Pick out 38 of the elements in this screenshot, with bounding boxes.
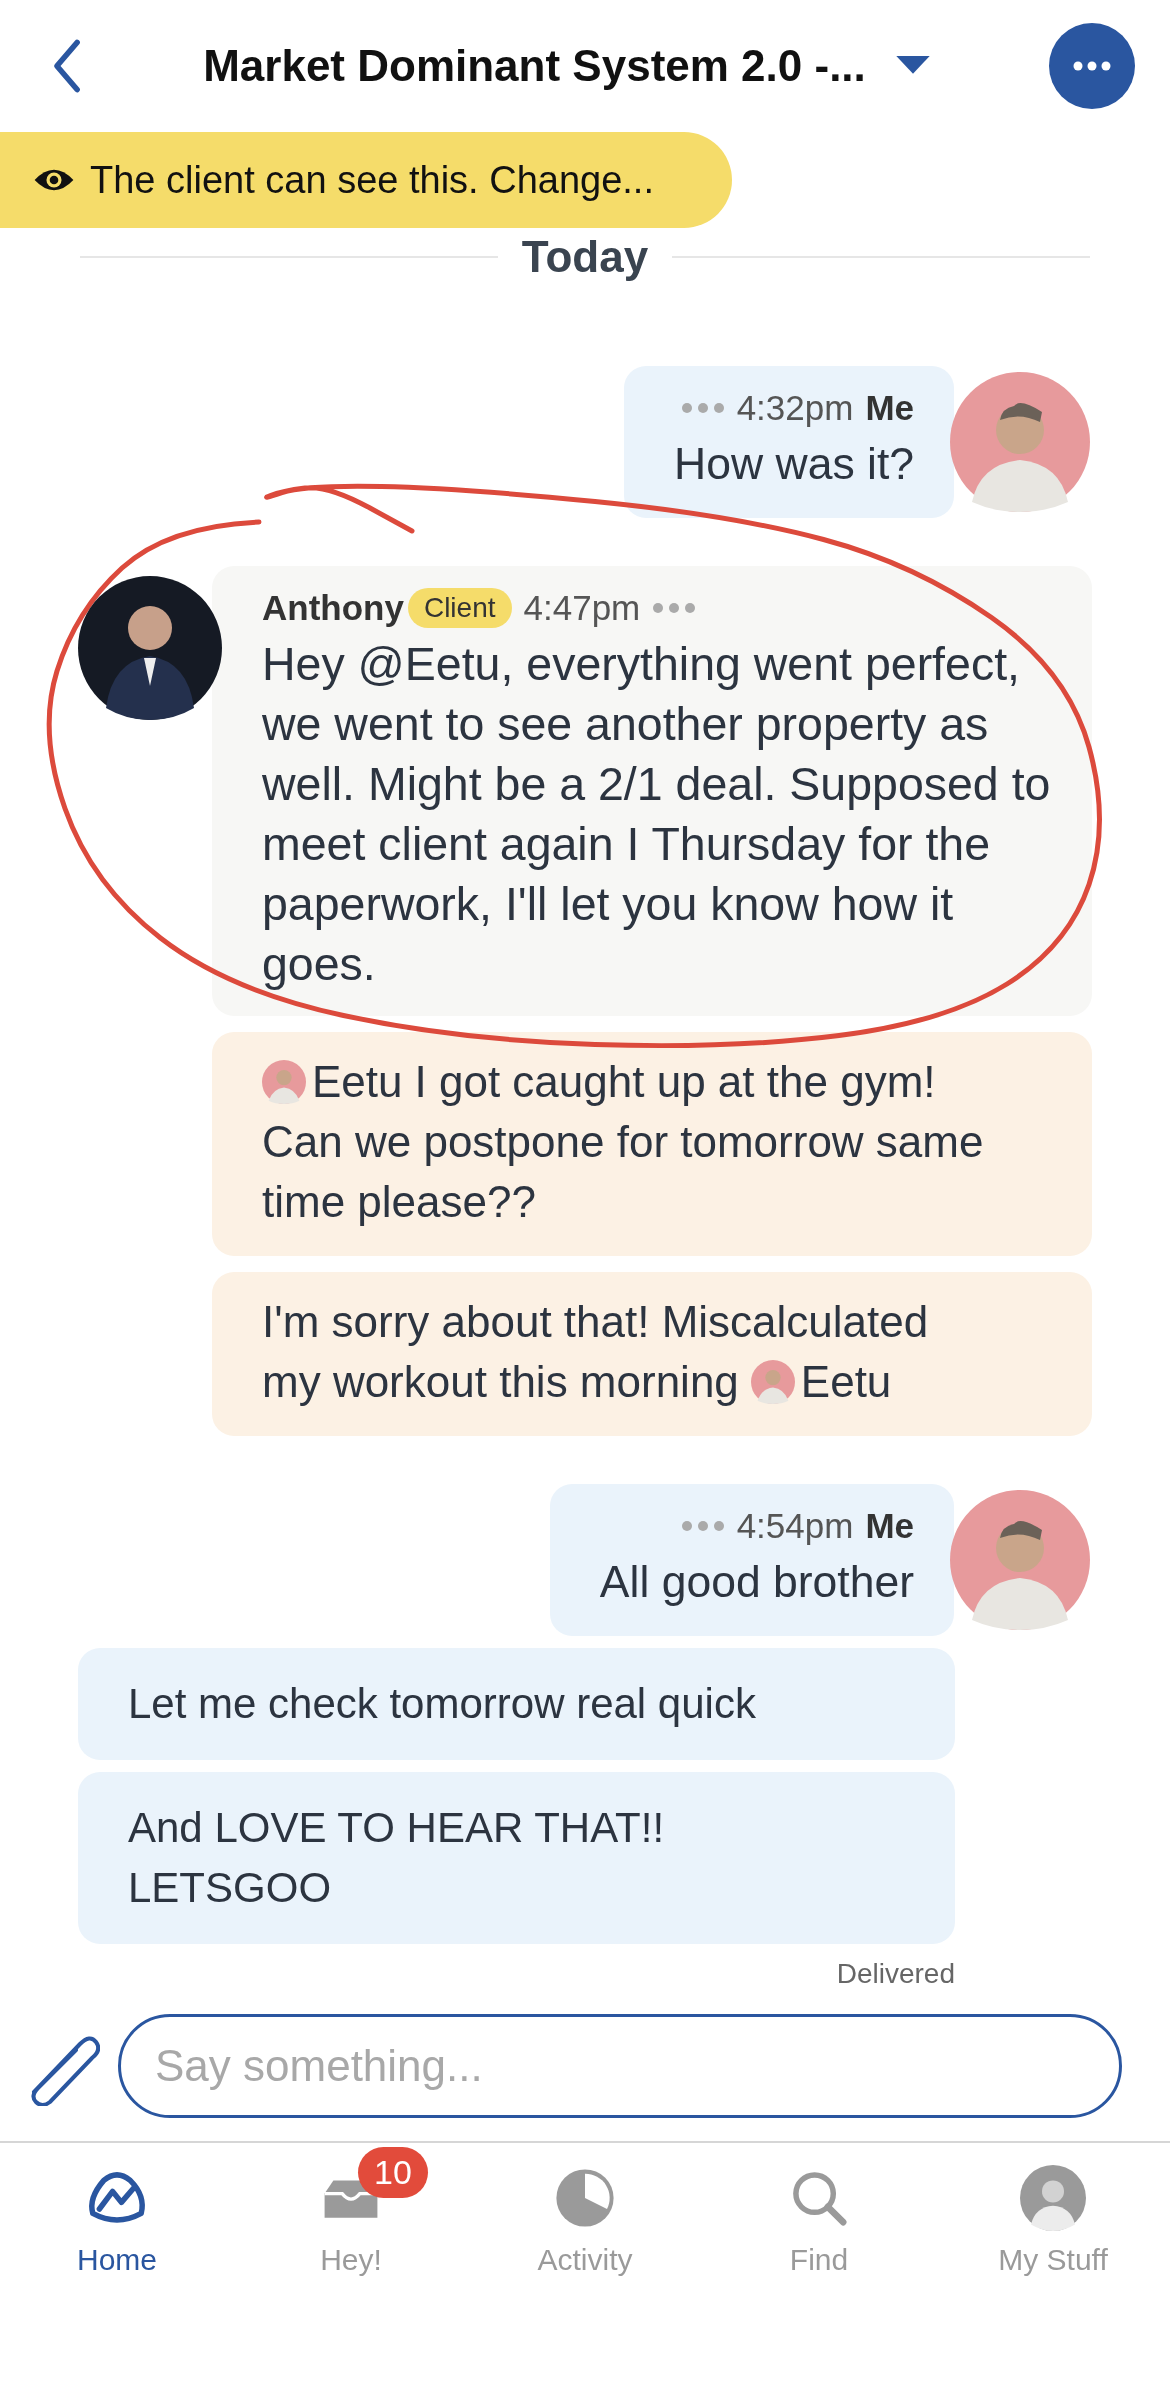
message-text: Can we postpone for tomorrow same time please??: [262, 1116, 985, 1228]
avatar[interactable]: [78, 576, 222, 720]
message-text: my workout this morning: [262, 1356, 739, 1408]
message-text: I'm sorry about that! Miscalculated: [262, 1296, 929, 1348]
role-badge: Client: [407, 588, 512, 628]
avatar: [1020, 2165, 1086, 2231]
author-name: Anthony: [262, 588, 404, 628]
avatar[interactable]: [950, 372, 1090, 512]
dots-icon[interactable]: [652, 603, 697, 613]
delivery-status: Delivered: [836, 1958, 955, 1990]
mention-name[interactable]: Eetu: [800, 1352, 892, 1412]
mention-name[interactable]: Eetu: [312, 1052, 403, 1112]
author-name: Me: [865, 388, 914, 428]
tab[interactable]: Home: [0, 2143, 234, 2331]
dots-icon[interactable]: [680, 1521, 725, 1531]
message-text: I got caught up at the gym!: [414, 1056, 936, 1108]
message-time: 4:47pm: [523, 588, 641, 628]
tab[interactable]: 10 Hey!: [234, 2143, 468, 2331]
message-text: How was it?: [674, 439, 914, 488]
avatar[interactable]: [950, 1490, 1090, 1630]
mention-avatar: [750, 1360, 795, 1404]
count-badge: 10: [358, 2147, 428, 2198]
author-name: Me: [865, 1506, 914, 1546]
conversation-title[interactable]: Market Dominant System 2.0 -...: [203, 41, 866, 91]
message-time: 4:54pm: [736, 1506, 854, 1546]
message-text: Let me check tomorrow real quick: [128, 1679, 756, 1729]
message-input[interactable]: Say something...: [118, 2014, 1122, 2118]
dots-icon[interactable]: [680, 403, 725, 413]
caret-icon[interactable]: [895, 56, 930, 76]
banner-text: The client can see this. Change...: [90, 158, 654, 202]
message-time: 4:32pm: [736, 388, 854, 428]
day-label: Today: [521, 232, 649, 282]
message-text: Hey @Eetu, everything went perfect, we went to see another property as well. Might be a 2/1 deal. Supposed to meet client again I Thursday for the paperwork, I'll let you know how it goes.: [262, 638, 1051, 990]
message-text: All good brother: [599, 1557, 914, 1606]
message-text: And LOVE TO HEAR THAT!! LETSGOO: [128, 1803, 665, 1913]
more-icon: [1072, 61, 1112, 71]
visibility-banner[interactable]: The client can see this. Change...: [0, 132, 732, 228]
mention-avatar: [262, 1060, 306, 1104]
